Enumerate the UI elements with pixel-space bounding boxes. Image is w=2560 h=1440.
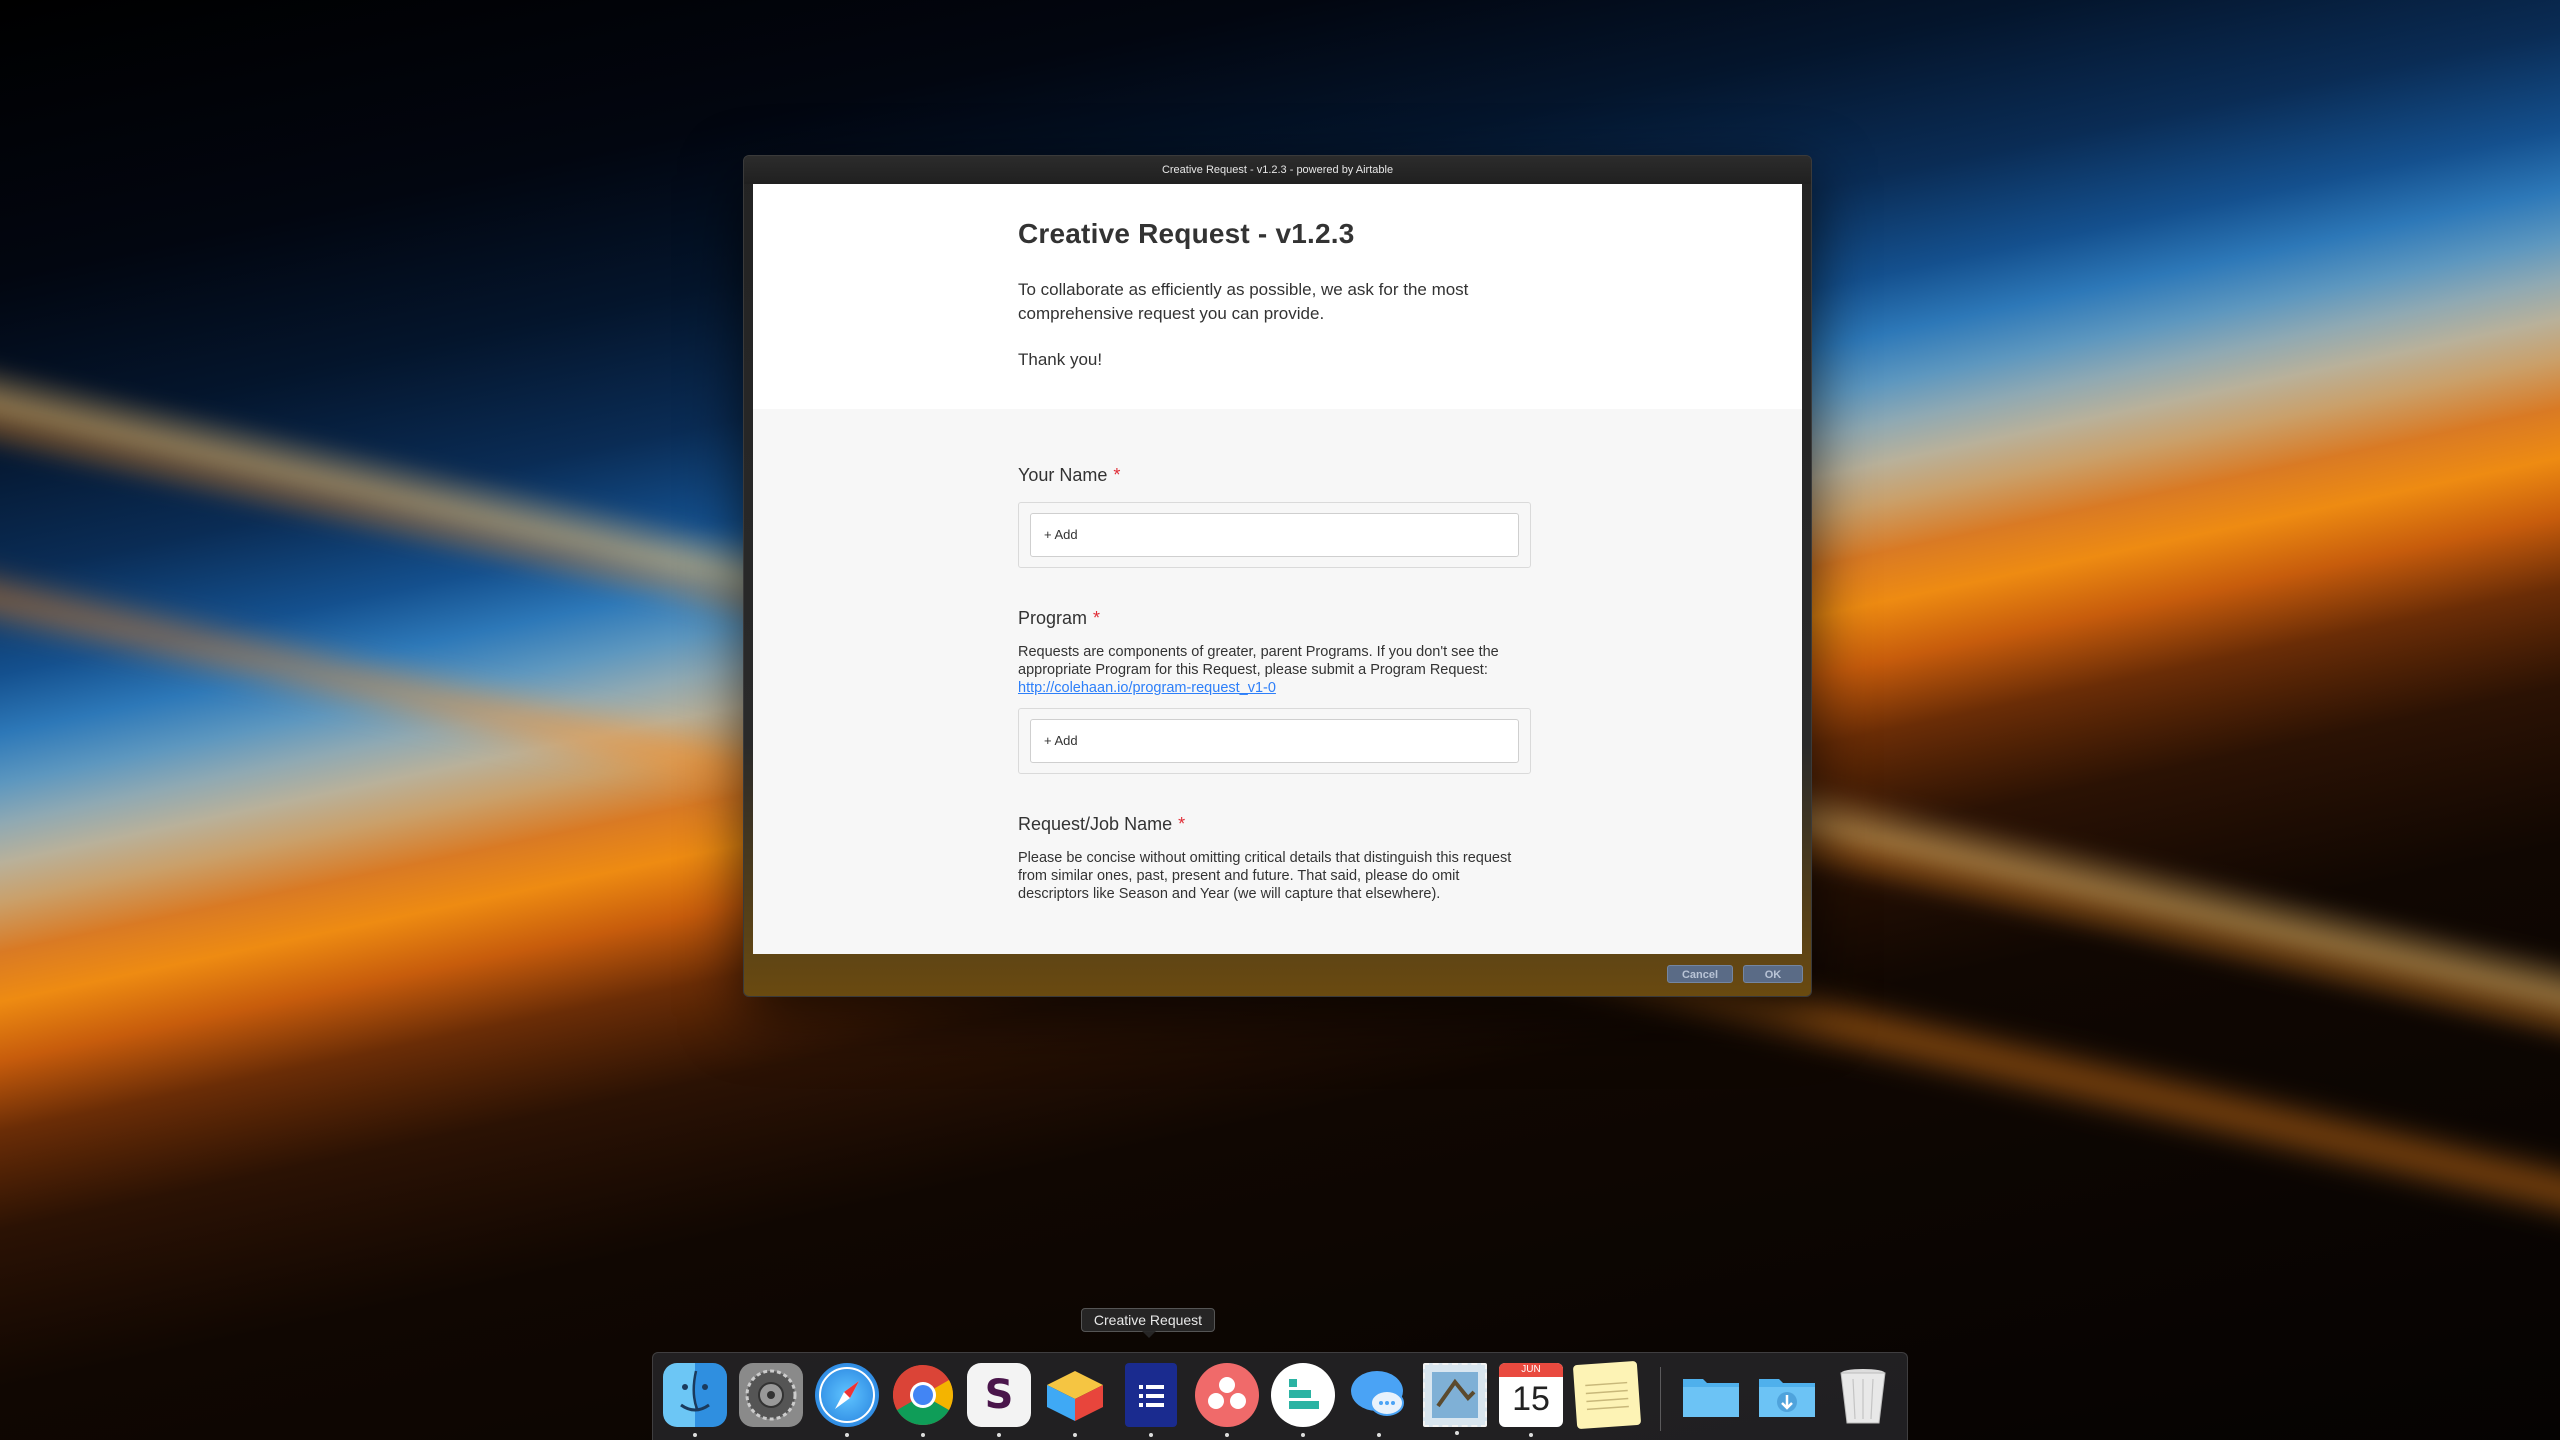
field-request-job-name: Request/Job Name * Please be concise with… (1018, 814, 1531, 903)
creative-request-app-icon[interactable] (1125, 1363, 1177, 1437)
field-your-name: Your Name * + Add (1018, 465, 1531, 568)
cancel-button[interactable]: Cancel (1667, 965, 1733, 983)
required-mark: * (1178, 814, 1186, 834)
field-input-box: + Add (1018, 708, 1531, 774)
field-label: Your Name * (1018, 465, 1121, 485)
applications-folder-icon[interactable] (1679, 1363, 1743, 1427)
safari-icon[interactable] (815, 1363, 879, 1437)
system-preferences-icon[interactable] (739, 1363, 803, 1427)
monday-icon[interactable] (1271, 1363, 1335, 1437)
form-description: To collaborate as efficiently as possibl… (1018, 280, 1469, 323)
finder-icon[interactable] (663, 1363, 727, 1437)
required-mark: * (1113, 465, 1121, 485)
dock-separator (1660, 1367, 1661, 1431)
form-thanks: Thank you! (1018, 350, 1103, 369)
asana-icon[interactable] (1195, 1363, 1259, 1437)
messages-icon[interactable] (1347, 1363, 1411, 1437)
trash-icon[interactable] (1831, 1363, 1895, 1427)
notes-icon[interactable] (1572, 1360, 1642, 1430)
program-request-link[interactable]: http://colehaan.io/program-request_v1-0 (1018, 680, 1276, 696)
form-title: Creative Request - v1.2.3 (1018, 218, 1355, 249)
app-window: Creative Request - v1.2.3 - powered by A… (743, 155, 1812, 997)
calendar-day: 15 (1512, 1380, 1550, 1418)
form-header: Creative Request - v1.2.3 To collaborate… (753, 184, 1802, 409)
form-body: Your Name * + Add Program * Requests are c… (753, 409, 1802, 903)
add-name-button[interactable]: + Add (1030, 513, 1519, 557)
dialog-buttons: Cancel OK (1667, 965, 1803, 983)
field-label: Request/Job Name * (1018, 814, 1186, 834)
mail-icon[interactable] (1423, 1363, 1487, 1435)
ok-button[interactable]: OK (1743, 965, 1803, 983)
dock: S JUN 15 (652, 1352, 1908, 1440)
window-title: Creative Request - v1.2.3 - powered by A… (744, 156, 1811, 184)
required-mark: * (1093, 608, 1101, 628)
field-label: Program * (1018, 608, 1101, 628)
field-input-box: + Add (1018, 502, 1531, 568)
calendar-month: JUN (1499, 1363, 1563, 1377)
slack-icon[interactable]: S (967, 1363, 1031, 1437)
add-program-button[interactable]: + Add (1030, 719, 1519, 763)
chrome-icon[interactable] (891, 1363, 955, 1437)
field-help-text: Requests are components of greater, pare… (1018, 644, 1499, 696)
airmail-icon[interactable] (1043, 1363, 1107, 1437)
form-content[interactable]: Creative Request - v1.2.3 To collaborate… (753, 184, 1802, 954)
calendar-icon[interactable]: JUN 15 (1499, 1363, 1563, 1437)
downloads-folder-icon[interactable] (1755, 1363, 1819, 1427)
field-program: Program * Requests are components of grea… (1018, 608, 1531, 774)
dock-tooltip: Creative Request (1081, 1308, 1215, 1338)
field-help-text: Please be concise without omitting criti… (1018, 850, 1512, 902)
